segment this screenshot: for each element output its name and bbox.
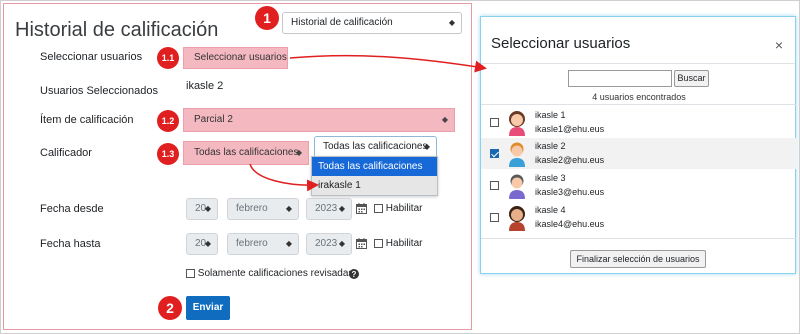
arrow-to-option: [249, 163, 319, 192]
annotation-arrows: [249, 54, 487, 192]
arrow-to-modal: [289, 54, 487, 73]
